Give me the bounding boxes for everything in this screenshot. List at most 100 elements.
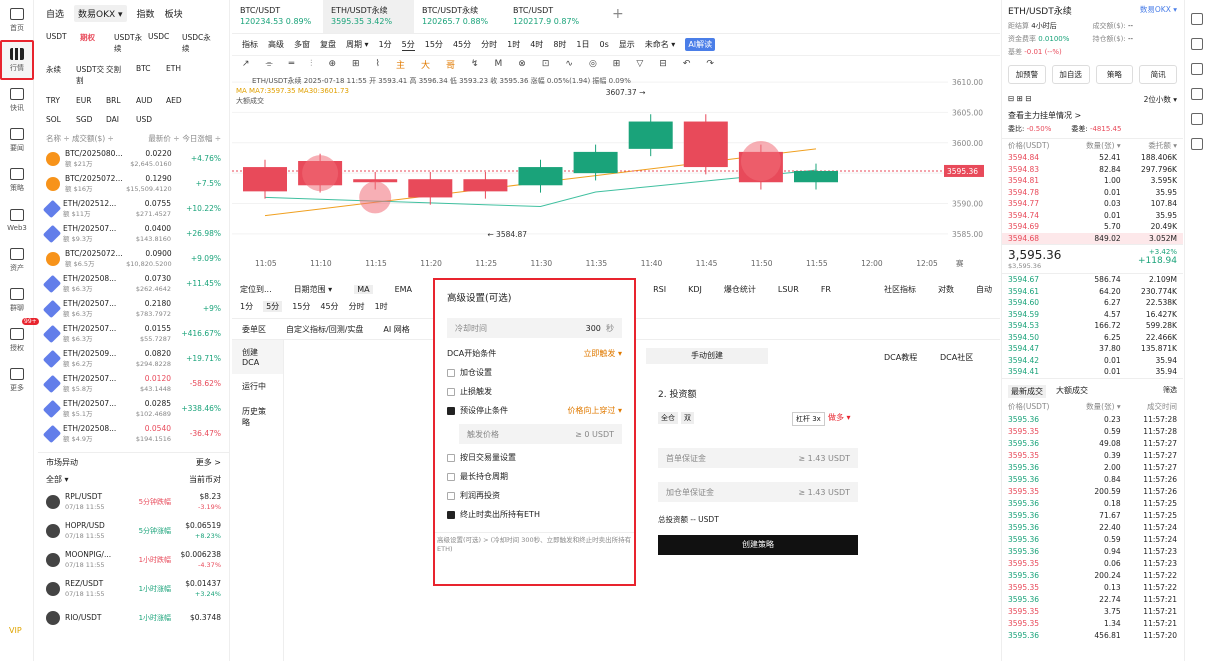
indicator-item[interactable]: 自动	[976, 284, 992, 295]
book-view-icon[interactable]: ⊟ ⊞ ⊟	[1008, 94, 1032, 105]
indicator-item[interactable]: 日期范围 ▾	[294, 284, 333, 295]
indicator-item[interactable]: FR	[821, 285, 831, 294]
market-row[interactable]: BTC/2025080... 额 $21万 0.0220 $2,645.0160 +4.…	[38, 146, 229, 171]
depth-select[interactable]: 2位小数 ▾	[1144, 94, 1177, 105]
orderbook-row[interactable]: 3594.81 1.00 3.595K	[1002, 175, 1183, 187]
direction-select[interactable]: 做多 ▾	[828, 412, 851, 423]
indicator-item[interactable]: 社区指标	[884, 284, 916, 295]
nav-item-9[interactable]: 更多	[0, 360, 34, 400]
calendar-icon[interactable]	[1191, 88, 1203, 100]
toolbar-item[interactable]: 4时	[530, 39, 543, 50]
market-chip[interactable]: 永续	[46, 59, 76, 91]
nav-item-6[interactable]: 资产	[0, 240, 34, 280]
toolbar-item[interactable]: AI解读	[685, 38, 716, 51]
toolbar-item[interactable]: 显示	[619, 39, 635, 50]
mover-row[interactable]: RPL/USDT 07/18 11:55 5分钟跌幅 $8.23 -3.19%	[38, 487, 229, 516]
market-chip[interactable]: SGD	[76, 110, 106, 129]
market-chip[interactable]: TRY	[46, 91, 76, 110]
draw-tool-icon[interactable]: ∿	[565, 59, 573, 69]
market-chip[interactable]: AUD	[136, 91, 166, 110]
toolbar-item[interactable]: 高级	[268, 39, 284, 50]
big-orders-link[interactable]: 查看主力挂单情况 >	[1002, 107, 1183, 124]
market-chip[interactable]: 交割	[106, 59, 136, 91]
trigger-price-input[interactable]: 触发价格 ≥ 0 USDT	[459, 424, 622, 444]
nav-item-5[interactable]: Web3	[0, 200, 34, 240]
market-chip[interactable]: USDC永续	[182, 27, 212, 59]
toolbar-item[interactable]: 8时	[553, 39, 566, 50]
indicator-item[interactable]: RSI	[653, 285, 666, 294]
draw-tool-icon[interactable]: ↯	[471, 59, 479, 69]
manual-create-tab[interactable]: 手动创建	[646, 348, 768, 364]
draw-tool-icon[interactable]: ⫶	[310, 59, 312, 69]
trend-icon[interactable]	[1191, 113, 1203, 125]
timeframe-item[interactable]: 1分	[240, 301, 253, 312]
ob-col-qty[interactable]: 数量(张) ▾	[1064, 140, 1121, 151]
nav-item-0[interactable]: 首页	[0, 0, 34, 40]
first-order-margin-input[interactable]: 首单保证金 ≥ 1.43 USDT	[658, 448, 858, 468]
market-chip[interactable]: EUR	[76, 91, 106, 110]
toolbar-item[interactable]: 0s	[600, 40, 609, 49]
market-chip[interactable]: BTC	[136, 59, 166, 91]
movers-current[interactable]: 当前币对	[189, 474, 221, 485]
orderbook-row[interactable]: 3594.50 6.25 22.466K	[1002, 332, 1183, 344]
toolbar-item[interactable]: 复盘	[320, 39, 336, 50]
nav-item-8[interactable]: 授权	[0, 320, 34, 360]
chart-icon[interactable]	[1191, 63, 1203, 75]
market-chip[interactable]: 期权	[80, 27, 114, 59]
trades-filter[interactable]: 筛选	[1163, 385, 1177, 398]
orderbook-row[interactable]: 3594.61 64.20 230.774K	[1002, 286, 1183, 298]
draw-tool-icon[interactable]: ⌇	[376, 59, 380, 69]
vip-button[interactable]: VIP	[9, 626, 22, 635]
mover-row[interactable]: REZ/USDT 07/18 11:55 1小时涨幅 $0.01437 +3.24%	[38, 574, 229, 603]
add-order-margin-input[interactable]: 加仓单保证金 ≥ 1.43 USDT	[658, 482, 858, 502]
checkbox[interactable]	[447, 510, 455, 519]
orderbook-row[interactable]: 3594.47 37.80 135.871K	[1002, 343, 1183, 355]
col-price[interactable]: 最新价 ÷	[147, 133, 179, 144]
toolbar-item[interactable]: 5分	[401, 39, 415, 51]
draw-tool-icon[interactable]: ⊡	[542, 59, 550, 69]
movers-more[interactable]: 更多 >	[196, 457, 221, 468]
market-tab-2[interactable]: 指数	[137, 7, 155, 20]
toolbar-item[interactable]: 1日	[576, 39, 589, 50]
option-row[interactable]: 止损触发	[447, 386, 622, 397]
indicator-item[interactable]: EMA	[395, 285, 412, 294]
checkbox[interactable]	[447, 406, 455, 415]
mover-row[interactable]: MOONPIG/... 07/18 11:55 1小时跌幅 $0.006238 -4.3…	[38, 545, 229, 574]
timeframe-item[interactable]: 5分	[263, 300, 283, 312]
toolbar-item[interactable]: 1时	[507, 39, 520, 50]
market-row[interactable]: ETH/202507... 额 $9.3万 0.0400 $143.8160 +26.9…	[38, 221, 229, 246]
tab-large-trades[interactable]: 大额成交	[1056, 385, 1088, 398]
market-row[interactable]: ETH/202507... 额 $5.8万 0.0120 $43.1448 -58.62…	[38, 371, 229, 396]
toolbar-item[interactable]: 指标	[242, 39, 258, 50]
market-chip[interactable]: USDT交割	[76, 59, 106, 91]
action-button[interactable]: 策略	[1095, 65, 1134, 84]
exchange-select[interactable]: 数易OKX ▾	[1140, 4, 1177, 17]
create-strategy-button[interactable]: 创建策略	[658, 535, 858, 555]
draw-tool-icon[interactable]: ↗	[242, 59, 250, 69]
movers-filter[interactable]: 全部 ▾	[46, 474, 69, 485]
modal-footer[interactable]: 高级设置(可选) > (冷却时间 300秒、立即触发和终止时卖出所持有ETH)	[435, 532, 634, 554]
leverage-tag[interactable]: 杠杆 3x	[792, 412, 825, 426]
orderbook-row[interactable]: 3594.60 6.27 22.538K	[1002, 297, 1183, 309]
strategy-nav-item[interactable]: 创建DCA	[232, 340, 283, 374]
orderbook-row[interactable]: 3594.78 0.01 35.95	[1002, 187, 1183, 199]
nav-item-4[interactable]: 策略	[0, 160, 34, 200]
orderbook-row[interactable]: 3594.69 5.70 20.49K	[1002, 221, 1183, 233]
mover-row[interactable]: HOPR/USD 07/18 11:55 5分钟涨幅 $0.06519 +8.23%	[38, 516, 229, 545]
timeframe-item[interactable]: 45分	[320, 301, 338, 312]
col-change[interactable]: 今日涨幅 ÷	[180, 133, 221, 144]
action-button[interactable]: 简讯	[1139, 65, 1177, 84]
add-tab-button[interactable]: +	[596, 0, 640, 33]
toolbar-item[interactable]: 分时	[481, 39, 497, 50]
draw-tool-icon[interactable]: ◎	[589, 59, 597, 69]
layout-icon[interactable]	[1191, 13, 1203, 25]
option-row[interactable]: 加仓设置	[447, 367, 622, 378]
margin-mode-tag[interactable]: 全仓	[658, 412, 678, 424]
checkbox[interactable]	[447, 472, 455, 481]
checkbox[interactable]	[447, 453, 455, 462]
tab-latest-trades[interactable]: 最新成交	[1008, 384, 1046, 398]
tr-col-qty[interactable]: 数量(张) ▾	[1064, 401, 1121, 412]
market-chip[interactable]: USDT	[46, 27, 80, 59]
indicator-item[interactable]: KDJ	[688, 285, 702, 294]
market-tab-3[interactable]: 板块	[165, 7, 183, 20]
